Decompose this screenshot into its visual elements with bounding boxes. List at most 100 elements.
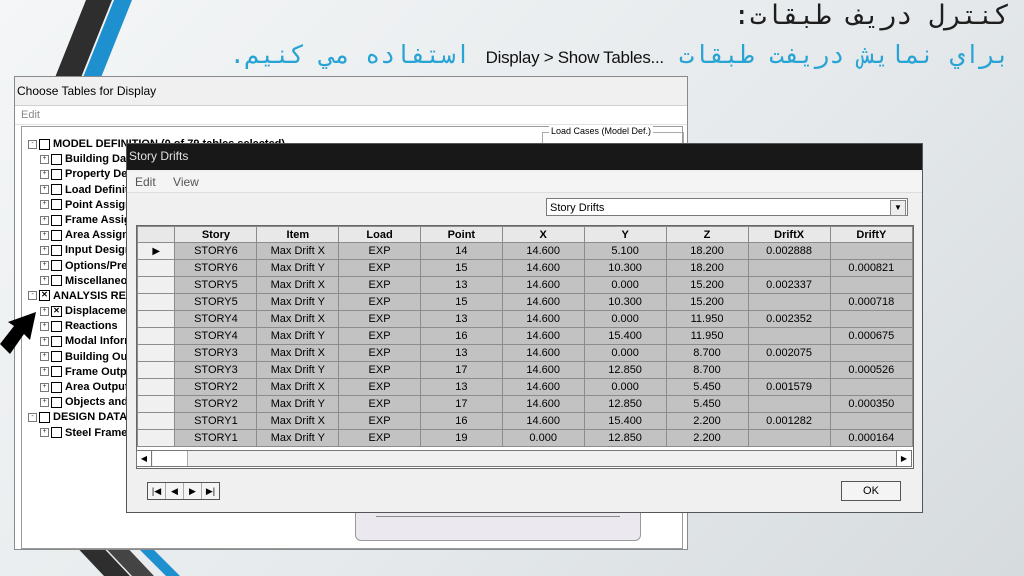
table-cell[interactable]: 0.000 <box>583 276 667 294</box>
table-row[interactable]: ▶ STORY6 Max Drift X EXP 14 14.600 5.100 18.200… <box>137 242 913 260</box>
table-cell[interactable]: EXP <box>338 293 421 311</box>
table-cell[interactable]: 14.600 <box>501 361 585 379</box>
table-cell[interactable]: 17 <box>419 361 503 379</box>
table-cell[interactable]: STORY5 <box>174 293 258 311</box>
table-cell[interactable] <box>829 310 913 328</box>
table-cell[interactable]: 0.002075 <box>747 344 831 362</box>
expander-icon[interactable]: + <box>40 230 49 240</box>
table-row[interactable]: STORY1 Max Drift X EXP 16 14.600 15.400 2.200 0… <box>137 412 913 430</box>
row-selector[interactable] <box>137 293 176 311</box>
table-cell[interactable]: 0.001282 <box>747 412 831 430</box>
table-cell[interactable]: 2.200 <box>665 412 749 430</box>
table-cell[interactable]: 18.200 <box>665 259 749 277</box>
table-cell[interactable]: Max Drift Y <box>256 293 340 311</box>
table-row[interactable]: STORY3 Max Drift X EXP 13 14.600 0.000 8.700 0.… <box>137 344 913 362</box>
checkbox[interactable] <box>39 411 50 423</box>
table-cell[interactable]: STORY2 <box>174 378 258 396</box>
column-header[interactable]: Load <box>338 226 421 243</box>
table-cell[interactable]: 16 <box>419 327 503 345</box>
table-cell[interactable]: 0.000 <box>583 310 667 328</box>
table-cell[interactable]: 0.000164 <box>829 429 913 447</box>
row-selector[interactable] <box>137 361 176 379</box>
column-header[interactable]: Z <box>665 226 749 243</box>
checkbox[interactable] <box>51 153 62 165</box>
next-record-icon[interactable]: ▶ <box>184 483 202 499</box>
table-select[interactable]: Story Drifts ▼ <box>546 198 908 216</box>
table-cell[interactable]: 12.850 <box>583 395 667 413</box>
table-cell[interactable]: 14.600 <box>501 378 585 396</box>
table-cell[interactable]: Max Drift Y <box>256 429 340 447</box>
table-cell[interactable]: EXP <box>338 412 421 430</box>
checkbox[interactable] <box>51 351 62 363</box>
expander-icon[interactable]: + <box>40 428 49 438</box>
table-cell[interactable] <box>829 378 913 396</box>
table-cell[interactable]: 18.200 <box>665 242 749 260</box>
checkbox[interactable] <box>51 260 62 272</box>
table-cell[interactable]: 14 <box>419 242 503 260</box>
checkbox[interactable] <box>39 138 50 150</box>
table-cell[interactable]: 12.850 <box>583 429 667 447</box>
table-cell[interactable]: EXP <box>338 395 421 413</box>
expander-icon[interactable]: + <box>40 352 49 362</box>
table-cell[interactable]: 0.000 <box>583 344 667 362</box>
table-cell[interactable] <box>747 293 831 311</box>
table-cell[interactable]: EXP <box>338 361 421 379</box>
table-cell[interactable]: 16 <box>419 412 503 430</box>
table-cell[interactable] <box>829 412 913 430</box>
table-cell[interactable]: Max Drift Y <box>256 259 340 277</box>
table-cell[interactable]: 0.000718 <box>829 293 913 311</box>
row-selector[interactable] <box>137 344 176 362</box>
table-row[interactable]: STORY6 Max Drift Y EXP 15 14.600 10.300 18.200… <box>137 259 913 277</box>
table-cell[interactable]: 14.600 <box>501 276 585 294</box>
checkbox[interactable]: ✕ <box>39 290 50 302</box>
table-cell[interactable]: Max Drift Y <box>256 361 340 379</box>
table-cell[interactable]: STORY4 <box>174 327 258 345</box>
table-row[interactable]: STORY4 Max Drift Y EXP 16 14.600 15.400 11.950… <box>137 327 913 345</box>
column-header[interactable]: Y <box>583 226 667 243</box>
expander-icon[interactable]: - <box>28 412 37 422</box>
table-cell[interactable]: 17 <box>419 395 503 413</box>
row-selector[interactable] <box>137 429 176 447</box>
table-cell[interactable]: 5.450 <box>665 378 749 396</box>
checkbox[interactable] <box>51 184 62 196</box>
table-cell[interactable]: STORY3 <box>174 361 258 379</box>
checkbox[interactable]: ✕ <box>51 305 62 317</box>
table-cell[interactable]: 13 <box>419 310 503 328</box>
column-header[interactable]: Story <box>174 226 258 243</box>
table-cell[interactable]: EXP <box>338 378 421 396</box>
table-cell[interactable]: EXP <box>338 276 421 294</box>
checkbox[interactable] <box>51 381 62 393</box>
table-cell[interactable] <box>747 259 831 277</box>
table-cell[interactable]: 0.001579 <box>747 378 831 396</box>
expander-icon[interactable]: + <box>40 154 49 164</box>
column-header[interactable]: DriftY <box>829 226 913 243</box>
expander-icon[interactable]: + <box>40 321 49 331</box>
table-cell[interactable]: Max Drift X <box>256 412 340 430</box>
table-cell[interactable]: 14.600 <box>501 395 585 413</box>
column-header[interactable]: Point <box>419 226 503 243</box>
table-cell[interactable]: 14.600 <box>501 327 585 345</box>
checkbox[interactable] <box>51 366 62 378</box>
table-cell[interactable]: 14.600 <box>501 310 585 328</box>
table-cell[interactable]: Max Drift Y <box>256 327 340 345</box>
table-cell[interactable]: 14.600 <box>501 293 585 311</box>
table-cell[interactable]: 15 <box>419 293 503 311</box>
checkbox[interactable] <box>51 214 62 226</box>
table-cell[interactable]: 0.002888 <box>747 242 831 260</box>
table-cell[interactable] <box>829 344 913 362</box>
table-cell[interactable] <box>829 276 913 294</box>
table-cell[interactable]: STORY6 <box>174 242 258 260</box>
table-cell[interactable]: Max Drift X <box>256 310 340 328</box>
table-cell[interactable]: Max Drift X <box>256 378 340 396</box>
table-row[interactable]: STORY2 Max Drift Y EXP 17 14.600 12.850 5.450 0… <box>137 395 913 413</box>
table-cell[interactable]: 10.300 <box>583 259 667 277</box>
table-cell[interactable]: 13 <box>419 344 503 362</box>
table-cell[interactable]: 15.400 <box>583 412 667 430</box>
table-cell[interactable]: 2.200 <box>665 429 749 447</box>
table-cell[interactable]: 5.100 <box>583 242 667 260</box>
table-cell[interactable]: 0.000675 <box>829 327 913 345</box>
table-row[interactable]: STORY4 Max Drift X EXP 13 14.600 0.000 11.950 0… <box>137 310 913 328</box>
table-row[interactable]: STORY5 Max Drift Y EXP 15 14.600 10.300 15.200… <box>137 293 913 311</box>
table-cell[interactable]: 14.600 <box>501 412 585 430</box>
table-cell[interactable]: 13 <box>419 276 503 294</box>
